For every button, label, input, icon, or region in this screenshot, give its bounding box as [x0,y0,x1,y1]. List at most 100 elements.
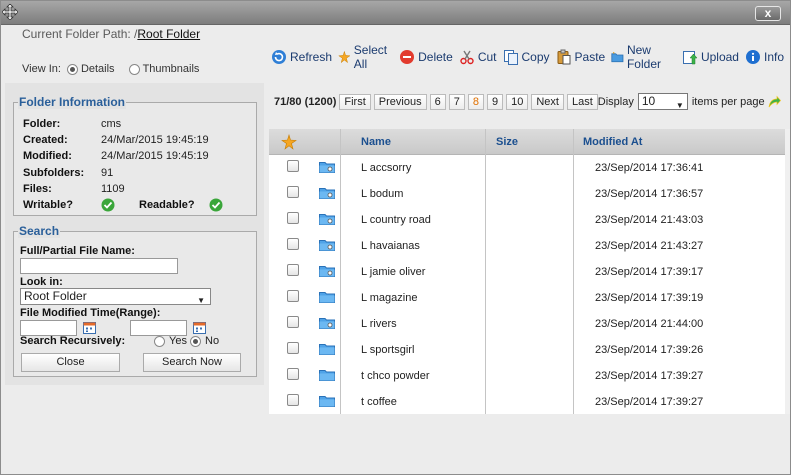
copy-icon [503,50,518,65]
info-key: Files: [23,182,52,195]
cut-button[interactable]: Cut [459,43,497,71]
select-all-button[interactable]: Select All [338,43,393,71]
folder-search-icon [319,318,335,329]
new-folder-button[interactable]: New Folder [611,43,676,71]
row-checkbox[interactable] [287,368,299,380]
items-per-page-select[interactable]: 10 ▼ [637,93,688,110]
modified-to-input[interactable] [130,320,187,336]
row-checkbox[interactable] [287,394,299,406]
delete-label: Delete [418,50,453,64]
current-page-button[interactable]: 8 [467,93,484,110]
calendar-icon[interactable] [83,321,96,334]
folder-icon [319,370,335,381]
row-checkbox[interactable] [287,212,299,224]
delete-button[interactable]: Delete [399,43,453,71]
file-name[interactable]: t coffee [361,396,397,408]
recursive-yes-radio[interactable] [154,336,165,347]
modified-date: 23/Sep/2014 17:39:27 [595,396,704,408]
table-row[interactable]: t chco powder 23/Sep/2014 17:39:27 [269,363,785,389]
folder-info-grid: Folder: cms Created: 24/Mar/2015 19:45:1… [23,116,223,213]
file-name[interactable]: L jamie oliver [361,266,425,278]
modified-from-input[interactable] [20,320,77,336]
close-window-button[interactable]: x [755,6,781,21]
delete-icon [400,50,415,64]
table-row[interactable]: L magazine 23/Sep/2014 17:39:19 [269,285,785,311]
look-in-label: Look in: [20,276,63,288]
grid-header: Name Size Modified At [269,129,785,155]
modified-column-header[interactable]: Modified At [583,129,642,155]
upload-button[interactable]: Upload [682,43,739,71]
folder-search-icon [319,214,335,225]
title-bar[interactable]: x [1,1,790,25]
table-row[interactable]: L accsorry 23/Sep/2014 17:36:41 [269,155,785,181]
name-column-header[interactable]: Name [361,129,391,155]
refresh-button[interactable]: Refresh [271,43,332,71]
view-in-label: View In: [22,63,61,75]
size-column-header[interactable]: Size [496,129,518,155]
table-row[interactable]: L country road 23/Sep/2014 21:43:03 [269,207,785,233]
modified-date: 23/Sep/2014 17:36:57 [595,188,704,200]
info-button[interactable]: Info [745,43,784,71]
file-name[interactable]: L accsorry [361,162,411,174]
row-checkbox[interactable] [287,160,299,172]
details-radio[interactable] [66,63,78,75]
file-name[interactable]: L sportsgirl [361,344,414,356]
grid-scrollbar[interactable] [785,129,790,414]
page-button[interactable]: 10 [506,93,529,110]
copy-button[interactable]: Copy [503,43,550,71]
close-search-button[interactable]: Close [21,353,120,372]
root-folder-link[interactable]: Root Folder [137,27,200,41]
go-arrow-icon[interactable] [767,95,781,109]
select-all-icon[interactable] [281,134,297,150]
calendar-icon[interactable] [193,321,206,334]
recursive-no-radio[interactable] [190,336,201,347]
move-icon[interactable] [2,4,18,20]
first-page-button[interactable]: First [339,93,371,110]
info-value: 24/Mar/2015 19:45:19 [101,150,209,163]
row-checkbox[interactable] [287,290,299,302]
modified-date: 23/Sep/2014 17:36:41 [595,162,704,174]
folder-icon [319,344,335,355]
file-name-input[interactable] [20,258,178,274]
file-name[interactable]: L rivers [361,318,397,330]
look-in-value: Root Folder [24,289,87,303]
thumbnails-radio[interactable] [128,63,140,75]
page-button[interactable]: 7 [448,93,465,110]
modified-range-label: File Modified Time(Range): [20,307,161,319]
file-name[interactable]: L bodum [361,188,403,200]
row-checkbox[interactable] [287,342,299,354]
table-row[interactable]: L sportsgirl 23/Sep/2014 17:39:26 [269,337,785,363]
table-row[interactable]: L bodum 23/Sep/2014 17:36:57 [269,181,785,207]
writable-check-icon [101,198,115,212]
table-row[interactable]: L rivers 23/Sep/2014 21:44:00 [269,311,785,337]
file-grid: Name Size Modified At L accsorry 23/Sep/2… [269,129,785,414]
table-row[interactable]: L jamie oliver 23/Sep/2014 17:39:17 [269,259,785,285]
page-button[interactable]: 9 [486,93,504,110]
row-checkbox[interactable] [287,316,299,328]
modified-date: 23/Sep/2014 21:44:00 [595,318,704,330]
file-name[interactable]: L havaianas [361,240,420,252]
next-page-button[interactable]: Next [531,93,564,110]
row-checkbox[interactable] [287,264,299,276]
modified-date: 23/Sep/2014 17:39:26 [595,344,704,356]
file-name[interactable]: t chco powder [361,370,429,382]
last-page-button[interactable]: Last [566,93,598,110]
file-name[interactable]: L country road [361,214,431,226]
recursive-no-label: No [205,335,220,347]
table-row[interactable]: L havaianas 23/Sep/2014 21:43:27 [269,233,785,259]
previous-page-button[interactable]: Previous [373,93,427,110]
row-checkbox[interactable] [287,186,299,198]
details-label: Details [80,63,115,75]
look-in-select[interactable]: Root Folder ▼ [20,288,211,305]
cut-label: Cut [477,50,497,64]
table-row[interactable]: t coffee 23/Sep/2014 17:39:27 [269,389,785,415]
info-value: 1109 [101,182,125,195]
row-checkbox[interactable] [287,238,299,250]
paste-button[interactable]: Paste [556,43,605,71]
file-name[interactable]: L magazine [361,292,417,304]
page-button[interactable]: 6 [429,93,446,110]
info-value: cms [101,118,122,131]
search-now-button[interactable]: Search Now [143,353,241,372]
copy-label: Copy [521,50,550,64]
modified-date: 23/Sep/2014 21:43:03 [595,214,704,226]
